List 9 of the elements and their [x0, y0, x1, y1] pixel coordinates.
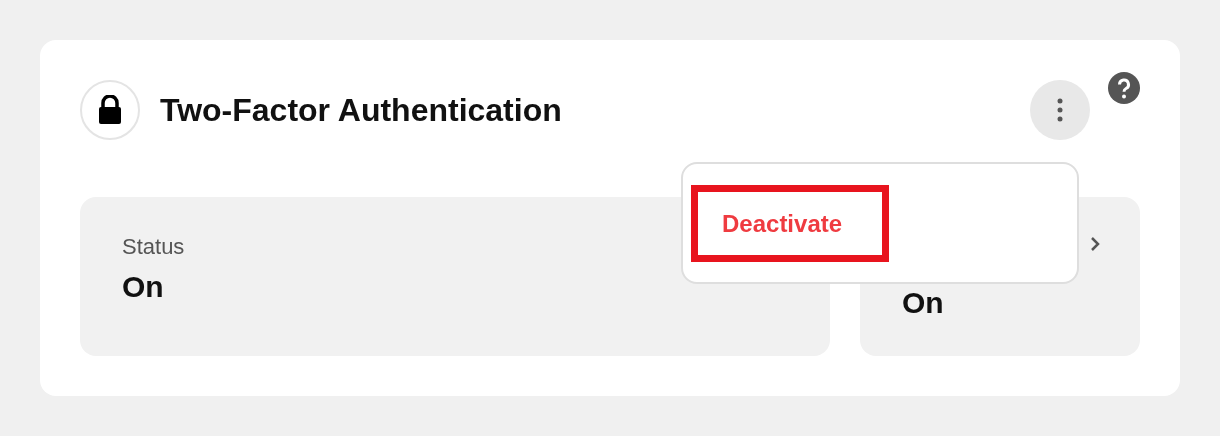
- tile-value: On: [122, 269, 165, 305]
- chevron-right-icon[interactable]: [1090, 237, 1100, 251]
- help-icon[interactable]: [1108, 72, 1140, 104]
- tile-label: Status: [122, 233, 186, 261]
- more-vertical-icon: [1057, 98, 1063, 122]
- lock-icon: [80, 80, 140, 140]
- card-title: Two-Factor Authentication: [160, 91, 562, 130]
- tile-value: On: [902, 285, 945, 321]
- deactivate-menu-item[interactable]: Deactivate: [691, 185, 889, 262]
